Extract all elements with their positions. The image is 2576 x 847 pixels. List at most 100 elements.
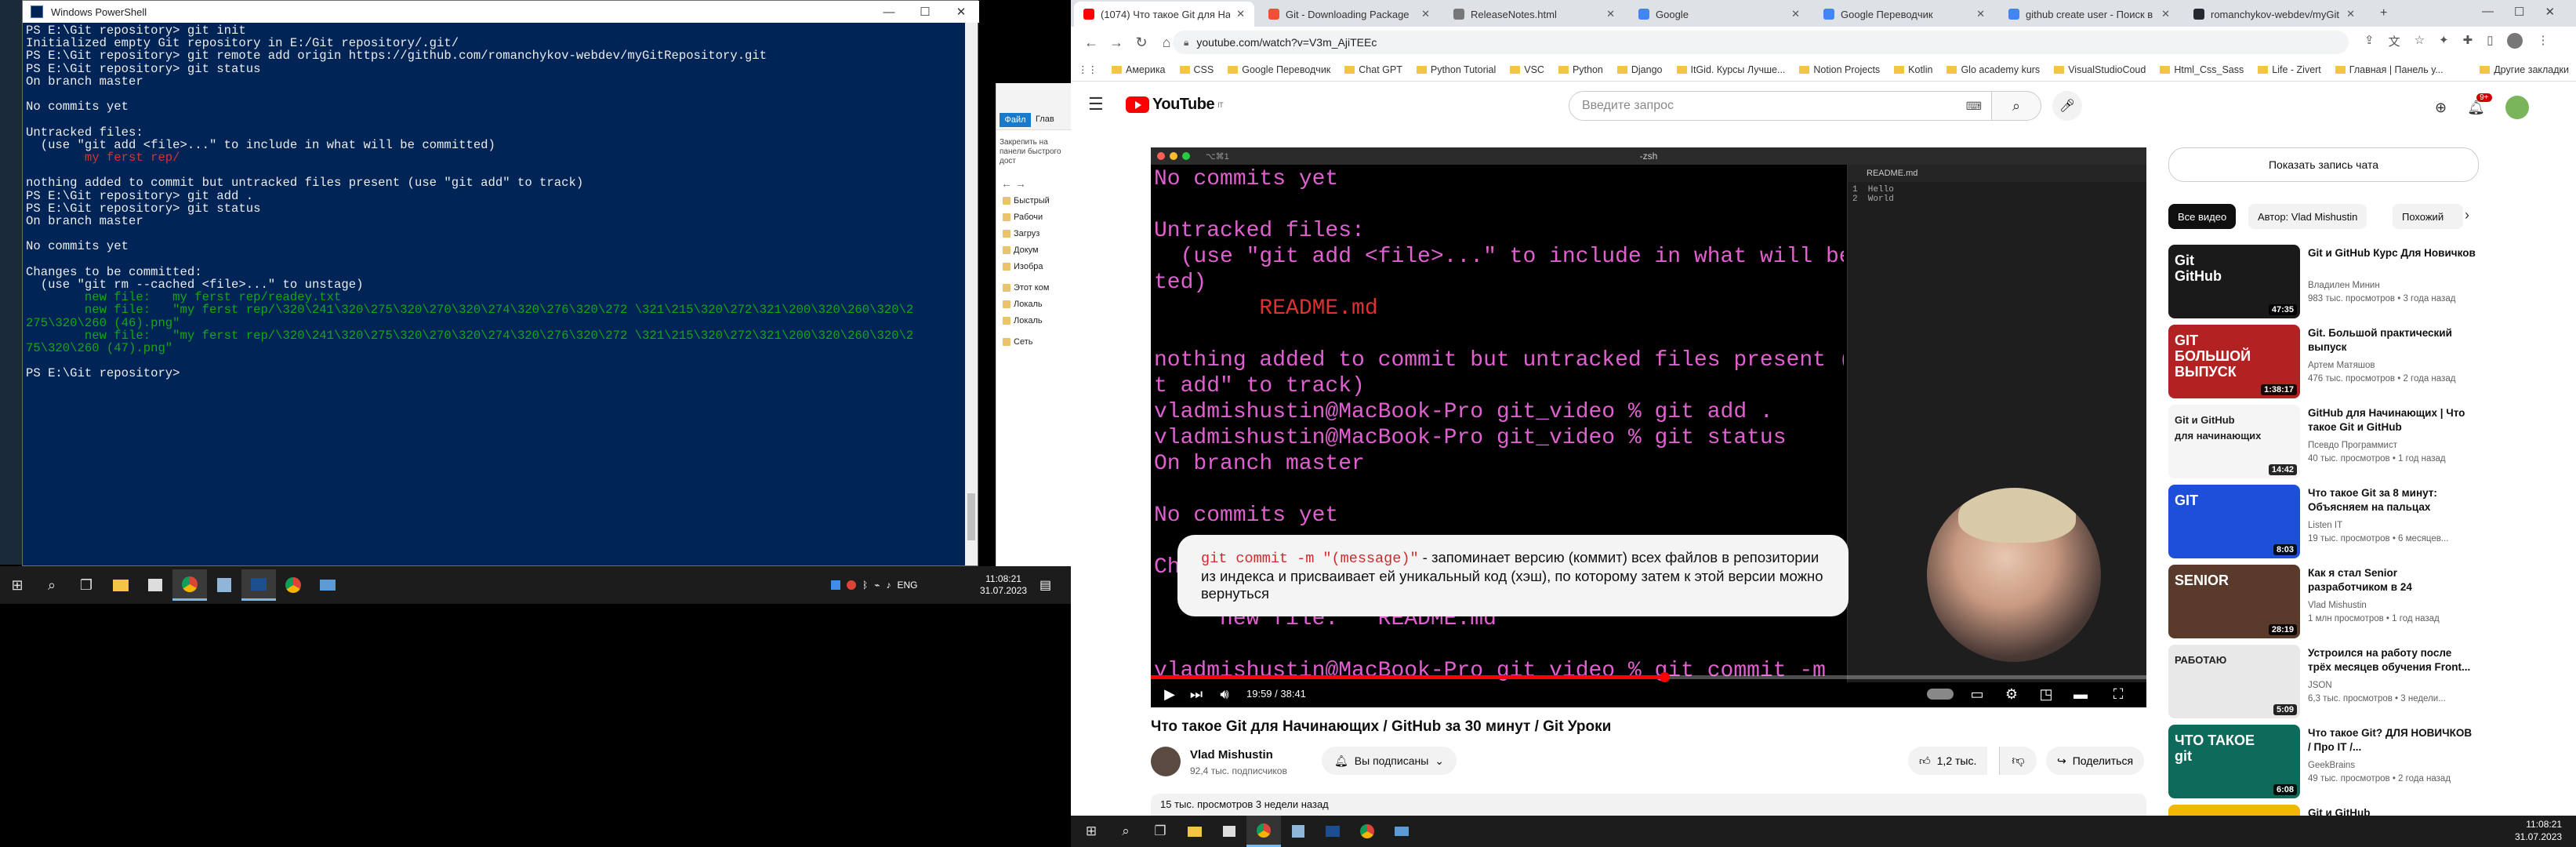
filter-chip[interactable]: Похожий (2393, 204, 2463, 229)
miniplayer-icon[interactable]: ◳ (2035, 684, 2057, 704)
recommended-video[interactable]: GIT БОЛЬШОЙ ВЫПУСК 1:38:17 Git. Большой пр… (2168, 325, 2498, 398)
bookmark-item[interactable]: Google Переводчик (1221, 64, 1337, 75)
bookmark-item[interactable]: VSC (1503, 64, 1551, 75)
address-bar[interactable]: 🔒︎ youtube.com/watch?v=V3m_AjiTEEc (1173, 31, 2349, 54)
maximize-button[interactable]: ☐ (2514, 5, 2524, 19)
video-thumbnail[interactable]: РАБОТАЮ 5:09 (2168, 645, 2300, 718)
explorer-nav-item[interactable]: Быстрый (1003, 193, 1050, 209)
recommended-video[interactable]: ЧТО ТАКОЕ git 6:08 Что такое Git? ДЛЯ НОВИ… (2168, 725, 2498, 798)
clock[interactable]: 11:08:21 31.07.2023 (2515, 818, 2562, 843)
powershell-taskbar-icon[interactable] (1315, 816, 1350, 847)
translate-icon[interactable]: 文 (2389, 33, 2400, 49)
file-explorer-icon[interactable] (1177, 816, 1212, 847)
puzzle-icon[interactable]: ✚ (2463, 33, 2473, 49)
chrome-icon-2[interactable] (1350, 816, 1384, 847)
console-scrollbar[interactable] (965, 23, 978, 565)
recommended-video[interactable]: РАБОТАЮ 5:09 Устроился на работу после трё… (2168, 645, 2498, 718)
channel-name[interactable]: Vlad Mishustin (1190, 748, 1273, 762)
explorer-home-tab[interactable]: Глав (1036, 115, 1054, 124)
bluetooth-icon[interactable]: ᛒ (862, 580, 868, 591)
next-icon[interactable]: ⏭︎ (1185, 684, 1207, 704)
task-view-icon[interactable]: ❐ (1143, 816, 1177, 847)
theater-mode-icon[interactable]: ▬ (2070, 684, 2092, 704)
app-icon[interactable] (207, 569, 241, 601)
browser-tab[interactable]: Git - Downloading Package ✕ (1259, 2, 1439, 27)
bookmark-item[interactable]: CSS (1173, 64, 1221, 75)
browser-tab[interactable]: romanchykov-webdev/myGitRe ✕ (2184, 2, 2364, 27)
notifications-icon[interactable]: ▤ (1039, 566, 1051, 604)
bookmark-item[interactable]: Notion Projects (1792, 64, 1887, 75)
task-view-icon[interactable]: ❐ (69, 569, 103, 601)
tab-close-icon[interactable]: ✕ (1976, 8, 1985, 20)
voice-search-icon[interactable]: 🎤︎ (2052, 91, 2082, 121)
app-icon[interactable] (1281, 816, 1315, 847)
tab-close-icon[interactable]: ✕ (2161, 8, 2170, 20)
recommended-video[interactable]: Git и GitHub для начинающих 14:42 GitHub д… (2168, 405, 2498, 478)
tab-close-icon[interactable]: ✕ (1791, 8, 1800, 20)
youtube-logo[interactable]: YouTube IT (1126, 96, 1224, 114)
filter-chip[interactable]: Все видео (2168, 204, 2237, 229)
close-button[interactable]: ✕ (2545, 5, 2555, 19)
explorer-nav-item[interactable]: Загруз (1003, 226, 1039, 242)
autoplay-toggle[interactable] (1927, 689, 1954, 700)
tray-chrome-icon[interactable] (847, 580, 856, 590)
notifications-icon[interactable]: 🔔︎ 9+ (2467, 93, 2492, 116)
console-output[interactable]: PS E:\Git repository> git init Initialize… (26, 24, 967, 559)
clock[interactable]: 11:08:21 31.07.2023 (980, 566, 1027, 604)
start-icon[interactable]: ⊞ (1074, 816, 1108, 847)
share-button[interactable]: ↪ Поделиться (2046, 747, 2145, 775)
sidepanel-icon[interactable]: ▯ (2487, 33, 2493, 49)
browser-tab[interactable]: github create user - Поиск в G ✕ (1999, 2, 2179, 27)
back-icon[interactable]: ← (1079, 30, 1104, 55)
bookmark-item[interactable]: Glo academy kurs (1939, 64, 2047, 75)
network-icon[interactable]: ⌁ (874, 580, 880, 591)
bookmark-item[interactable]: Chat GPT (1337, 64, 1410, 75)
close-button[interactable]: ✕ (943, 1, 979, 23)
profile-avatar[interactable] (2507, 33, 2523, 49)
scrollbar-thumb[interactable] (967, 493, 975, 540)
show-chat-replay-button[interactable]: Показать запись чата (2168, 147, 2479, 182)
video-player[interactable]: ⌥⌘1 -zsh No commits yet Untracked files:… (1151, 147, 2146, 707)
minimize-button[interactable]: — (871, 1, 907, 23)
powershell-titlebar[interactable]: Windows PowerShell — ☐ ✕ (23, 1, 979, 23)
hamburger-icon[interactable]: ☰ (1088, 94, 1104, 115)
store-icon[interactable] (138, 569, 172, 601)
chrome-icon[interactable] (1246, 816, 1281, 847)
tab-close-icon[interactable]: ✕ (2346, 8, 2355, 20)
bookmark-item[interactable]: Life - Zivert (2251, 64, 2328, 75)
menu-icon[interactable]: ⋮ (2537, 33, 2549, 49)
minimize-button[interactable]: — (2482, 5, 2494, 19)
chevron-right-icon[interactable]: › (2465, 207, 2469, 224)
chrome-icon-2[interactable] (276, 569, 310, 601)
tab-close-icon[interactable]: ✕ (1606, 8, 1615, 20)
explorer-nav-item[interactable]: Локаль (1003, 313, 1043, 329)
progress-bar[interactable] (1151, 672, 2146, 682)
video-thumbnail[interactable]: GIT 8:03 (2168, 485, 2300, 558)
explorer-nav-item[interactable]: Сеть (1003, 334, 1032, 350)
explorer-back-icon[interactable]: ← → (1001, 177, 1026, 190)
video-thumbnail[interactable]: Git и GitHub для начинающих 14:42 (2168, 405, 2300, 478)
bookmark-item[interactable]: Главная | Панель у... (2328, 64, 2451, 75)
play-icon[interactable]: ▶ (1159, 684, 1181, 704)
tab-close-icon[interactable]: ✕ (1236, 8, 1245, 20)
browser-tab[interactable]: (1074) Что такое Git для Начи ✕ (1074, 2, 1254, 27)
extension-icon[interactable]: ✦ (2439, 33, 2449, 49)
create-video-icon[interactable]: ⊕ (2435, 100, 2447, 116)
bookmark-item[interactable]: Django (1610, 64, 1670, 75)
channel-avatar[interactable] (1151, 747, 1181, 776)
search-input[interactable]: Введите запрос ⌨ (1569, 91, 1992, 121)
powershell-window[interactable]: Windows PowerShell — ☐ ✕ PS E:\Git repos… (22, 0, 979, 566)
store-icon[interactable] (1212, 816, 1246, 847)
bookmark-item[interactable]: Америка (1105, 64, 1173, 75)
new-tab-button[interactable]: + (2380, 6, 2387, 20)
chrome-icon[interactable] (172, 569, 207, 601)
bookmark-item[interactable]: Python (1551, 64, 1610, 75)
browser-tab[interactable]: Google Переводчик ✕ (1814, 2, 1994, 27)
start-icon[interactable]: ⊞ (0, 569, 34, 601)
tab-close-icon[interactable]: ✕ (1421, 8, 1430, 20)
explorer-nav-item[interactable]: Рабочи (1003, 209, 1043, 225)
explorer-nav-item[interactable]: Этот ком (1003, 280, 1049, 296)
volume-icon[interactable]: ♪ (886, 580, 891, 591)
search-button[interactable]: ⌕ (1991, 91, 2041, 121)
settings-gear-icon[interactable]: ⚙ (2001, 684, 2023, 704)
